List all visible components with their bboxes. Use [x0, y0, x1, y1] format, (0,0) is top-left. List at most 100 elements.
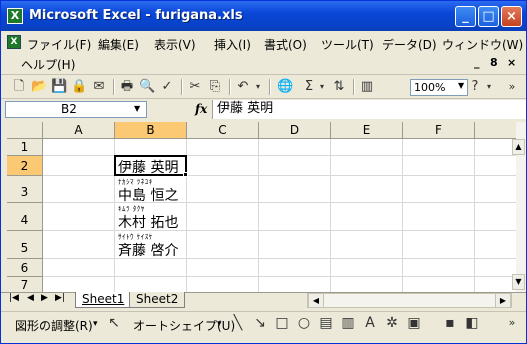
spelling-icon[interactable]: ✓ [159, 78, 175, 95]
gridline [330, 139, 331, 292]
toolbar-separator [353, 79, 354, 95]
formula-input[interactable]: 伊藤 英明 [212, 100, 526, 119]
wordart-icon[interactable]: A [361, 314, 379, 332]
select-all-corner[interactable] [7, 122, 43, 139]
sheet-tab-sheet1[interactable]: Sheet1 [75, 292, 132, 308]
row-header-1[interactable]: 1 [7, 139, 43, 156]
autosum-dropdown-icon[interactable]: ▾ [317, 78, 327, 95]
toolbar-separator [181, 79, 182, 95]
cell-b4-text: 木村 拓也 [118, 215, 179, 231]
active-cell-border [114, 155, 187, 176]
column-header-b[interactable]: B [115, 122, 187, 139]
save-icon[interactable]: 💾 [51, 78, 67, 95]
scroll-up-button[interactable]: ▲ [512, 139, 525, 155]
doc-restore-button[interactable]: 8 [490, 56, 498, 69]
print-icon[interactable]: 🖶 [119, 78, 135, 95]
scroll-left-button[interactable]: ◀ [308, 293, 324, 308]
chart-wizard-icon[interactable]: ▥ [359, 78, 375, 95]
textbox-tool-icon[interactable]: ▤ [317, 314, 335, 332]
vertical-scrollbar[interactable]: ▲ ▼ [512, 122, 526, 292]
column-header-e[interactable]: E [331, 122, 403, 139]
undo-dropdown-icon[interactable]: ▾ [253, 78, 263, 95]
column-header-f[interactable]: F [403, 122, 475, 139]
autosum-icon[interactable]: Σ [301, 78, 317, 95]
open-icon[interactable]: 📂 [31, 78, 47, 95]
excel-app-icon[interactable]: X [7, 8, 23, 24]
new-icon[interactable]: 🗋 [11, 78, 27, 95]
column-header-a[interactable]: A [43, 122, 115, 139]
sheet-tab-sheet2[interactable]: Sheet2 [129, 292, 186, 308]
arrow-tool-icon[interactable]: ↘ [251, 314, 269, 332]
diagram-icon[interactable]: ✲ [383, 314, 401, 332]
gridline [258, 139, 259, 292]
column-header-d[interactable]: D [259, 122, 331, 139]
document-icon[interactable]: X [7, 35, 21, 49]
undo-icon[interactable]: ↶ [235, 78, 251, 95]
prev-sheet-button[interactable]: ◀ [27, 293, 34, 303]
hyperlink-icon[interactable]: 🌐 [277, 78, 293, 95]
cell-b5[interactable]: ｻｲﾄｳ ｹｲｽｹ 斉藤 啓介 [116, 231, 188, 259]
print-preview-icon[interactable]: 🔍 [139, 78, 155, 95]
menu-data[interactable]: データ(D) [382, 36, 437, 53]
insert-function-icon[interactable]: fx [195, 102, 207, 116]
last-sheet-button[interactable]: ▶| [55, 293, 65, 303]
menu-view[interactable]: 表示(V) [154, 36, 196, 53]
worksheet-grid[interactable]: A B C D E F 1 2 3 4 5 6 7 伊藤 英明 ﾅｶｼﾏ ﾂﾈﾕ… [7, 122, 516, 292]
draw-adjust-menu[interactable]: 図形の調整(R) [15, 317, 93, 334]
zoom-dropdown-icon[interactable]: ▼ [458, 81, 464, 90]
fill-handle[interactable] [183, 172, 188, 177]
toolbar-separator [229, 79, 230, 95]
scroll-down-button[interactable]: ▼ [512, 274, 525, 290]
column-header-g[interactable] [475, 122, 516, 139]
horizontal-scrollbar[interactable]: ◀ ▶ [307, 293, 512, 308]
rectangle-tool-icon[interactable]: □ [273, 314, 291, 332]
permission-icon[interactable]: 🔒 [71, 78, 87, 95]
row-header-3[interactable]: 3 [7, 176, 43, 203]
menu-window[interactable]: ウィンドウ(W) [442, 36, 523, 53]
next-sheet-button[interactable]: ▶ [41, 293, 48, 303]
menu-help[interactable]: ヘルプ(H) [21, 56, 75, 73]
help-icon[interactable]: ? [467, 78, 483, 95]
name-box[interactable]: B2 [5, 101, 147, 118]
menu-format[interactable]: 書式(O) [264, 36, 307, 53]
maximize-button[interactable]: □ [478, 6, 499, 27]
column-header-c[interactable]: C [187, 122, 259, 139]
cut-icon[interactable]: ✂ [187, 78, 203, 95]
drawing-overflow-icon[interactable]: » [503, 314, 521, 332]
row-header-6[interactable]: 6 [7, 259, 43, 277]
row-header-4[interactable]: 4 [7, 203, 43, 231]
row-header-5[interactable]: 5 [7, 231, 43, 259]
row-header-2[interactable]: 2 [7, 156, 43, 176]
autoshape-dropdown-icon[interactable]: ▾ [217, 319, 222, 329]
title-bar[interactable]: X Microsoft Excel - furigana.xls _ □ × [1, 1, 526, 31]
shadow-style-icon[interactable]: ▪ [441, 314, 459, 332]
menu-insert[interactable]: 挿入(I) [214, 36, 251, 53]
help-dropdown-icon[interactable]: ▾ [484, 78, 494, 95]
first-sheet-button[interactable]: |◀ [9, 293, 19, 303]
oval-tool-icon[interactable]: ○ [295, 314, 313, 332]
scroll-right-button[interactable]: ▶ [495, 293, 511, 308]
menu-file[interactable]: ファイル(F) [27, 36, 91, 53]
menu-tools[interactable]: ツール(T) [321, 36, 374, 53]
select-objects-icon[interactable]: ↖ [105, 314, 123, 332]
copy-icon[interactable]: ⎘ [207, 78, 223, 95]
cell-b4[interactable]: ｷﾑﾗ ﾀｸﾔ 木村 拓也 [116, 203, 188, 231]
toolbar-separator [269, 79, 270, 95]
name-box-dropdown-icon[interactable]: ▼ [134, 104, 140, 113]
menu-edit[interactable]: 編集(E) [98, 36, 139, 53]
sort-ascending-icon[interactable]: ⇅ [331, 78, 347, 95]
toolbar-overflow-icon[interactable]: » [504, 78, 520, 95]
minimize-button[interactable]: _ [455, 6, 476, 27]
draw-adjust-dropdown-icon[interactable]: ▾ [93, 319, 98, 329]
3d-style-icon[interactable]: ◧ [463, 314, 481, 332]
close-button[interactable]: × [501, 6, 522, 27]
cell-b3[interactable]: ﾅｶｼﾏ ﾂﾈﾕｷ 中島 恒之 [116, 176, 188, 204]
toolbar-separator [113, 79, 114, 95]
doc-close-button[interactable]: × [507, 56, 516, 69]
vertical-textbox-icon[interactable]: ▥ [339, 314, 357, 332]
clipart-icon[interactable]: ▣ [405, 314, 423, 332]
line-tool-icon[interactable]: ╲ [229, 314, 247, 332]
row-header-7[interactable]: 7 [7, 277, 43, 292]
email-icon[interactable]: ✉ [91, 78, 107, 95]
doc-minimize-button[interactable]: _ [474, 56, 480, 69]
